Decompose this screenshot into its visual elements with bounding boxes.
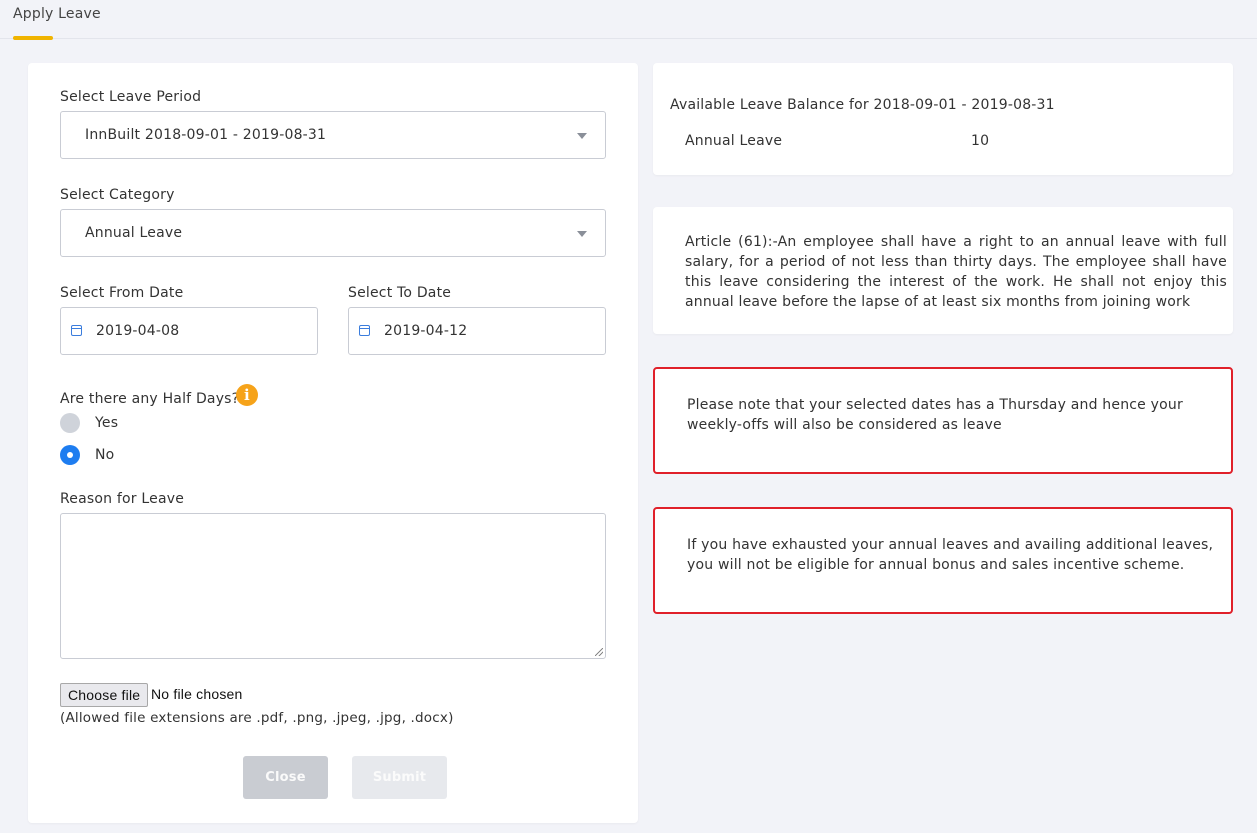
apply-leave-form: Select Leave Period InnBuilt 2018-09-01 … [28,63,638,823]
leave-balance-title: Available Leave Balance for 2018-09-01 -… [670,97,1055,113]
half-days-yes-radio[interactable] [60,413,80,433]
article-text: Article (61):-An employee shall have a r… [685,234,1227,310]
reason-label: Reason for Leave [60,491,185,507]
bonus-eligibility-warning: If you have exhausted your annual leaves… [653,507,1233,614]
half-days-label: Are there any Half Days? [60,391,240,407]
category-select[interactable]: Annual Leave [60,209,606,257]
to-date-value: 2019-04-12 [384,323,468,339]
weekly-off-warning-text: Please note that your selected dates has… [687,397,1183,433]
category-label: Select Category [60,187,175,203]
from-date-input[interactable]: 2019-04-08 [60,307,318,355]
from-date-label: Select From Date [60,285,184,301]
info-icon[interactable]: i [236,384,258,406]
close-button[interactable]: Close [243,756,328,799]
top-tab-bar: Apply Leave [0,0,1257,40]
choose-file-button[interactable]: Choose file [60,683,149,707]
to-date-input[interactable]: 2019-04-12 [348,307,606,355]
weekly-off-warning: Please note that your selected dates has… [653,367,1233,474]
caret-down-icon [577,133,587,139]
half-days-yes-label: Yes [95,415,119,431]
file-status-text: No file chosen [151,686,243,702]
bonus-eligibility-warning-text: If you have exhausted your annual leaves… [687,537,1214,573]
caret-down-icon [577,231,587,237]
calendar-icon [71,325,82,336]
from-date-value: 2019-04-08 [96,323,180,339]
active-tab-indicator [13,36,53,40]
resize-grip-icon[interactable] [595,648,603,656]
category-value: Annual Leave [85,225,183,241]
leave-balance-value: 10 [971,133,990,149]
leave-balance-type: Annual Leave [685,133,783,149]
calendar-icon [359,325,370,336]
leave-period-label: Select Leave Period [60,89,202,105]
tab-apply-leave[interactable]: Apply Leave [13,6,101,32]
half-days-no-label: No [95,447,115,463]
leave-period-select[interactable]: InnBuilt 2018-09-01 - 2019-08-31 [60,111,606,159]
leave-balance-card: Available Leave Balance for 2018-09-01 -… [653,63,1233,175]
submit-button[interactable]: Submit [352,756,447,799]
to-date-label: Select To Date [348,285,452,301]
leave-period-value: InnBuilt 2018-09-01 - 2019-08-31 [85,127,327,143]
reason-textarea[interactable] [60,513,606,659]
half-days-no-radio[interactable] [60,445,80,465]
file-extensions-hint: (Allowed file extensions are .pdf, .png,… [60,710,454,726]
article-info-card: Article (61):-An employee shall have a r… [653,207,1233,334]
